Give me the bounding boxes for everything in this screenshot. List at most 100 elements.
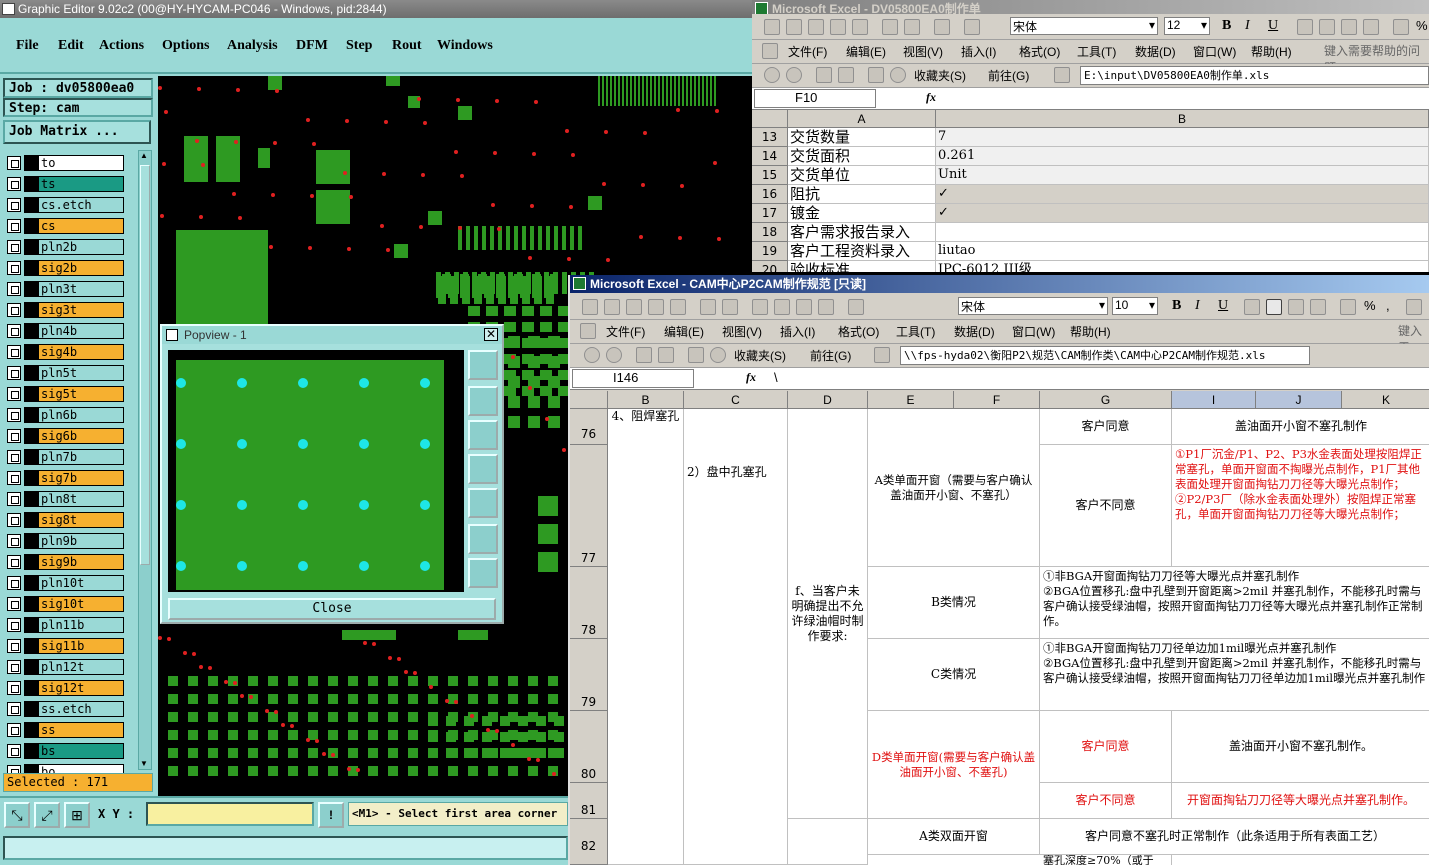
align-right-icon[interactable]: [1288, 299, 1304, 315]
cell-g82[interactable]: 客户同意不塞孔时正常制作（此条适用于所有表面工艺）: [1040, 819, 1429, 855]
layer-color-swatch[interactable]: [24, 218, 38, 234]
font-size-select[interactable]: 12 ▾: [1164, 17, 1210, 35]
layer-color-swatch[interactable]: [24, 470, 38, 486]
cell-a[interactable]: 镀金: [788, 204, 936, 223]
layer-color-swatch[interactable]: [24, 491, 38, 507]
menu-windows[interactable]: Windows: [437, 38, 493, 54]
layer-row[interactable]: bs: [4, 742, 134, 760]
layer-checkbox[interactable]: [7, 660, 21, 674]
cell-b[interactable]: [936, 223, 1429, 242]
address-field[interactable]: E:\input\DV05800EA0制作单.xls: [1080, 66, 1429, 85]
cell-ij81[interactable]: 开窗面掏钻刀刀径等大曝光点并塞孔制作。: [1172, 783, 1429, 819]
layer-name[interactable]: sig12t: [38, 680, 124, 696]
open-icon[interactable]: [604, 299, 620, 315]
menu-file[interactable]: 文件(F): [606, 323, 645, 340]
menu-insert[interactable]: 插入(I): [961, 43, 996, 60]
goto-menu[interactable]: 前往(G): [810, 347, 851, 364]
underline-icon[interactable]: U: [1218, 298, 1228, 314]
permission-icon[interactable]: [830, 19, 846, 35]
layer-color-swatch[interactable]: [24, 302, 38, 318]
layer-checkbox[interactable]: [7, 597, 21, 611]
address-field[interactable]: \\fps-hyda02\衡阳P2\规范\CAM制作类\CAM中心P2CAM制作…: [900, 346, 1310, 365]
layer-name[interactable]: sig4b: [38, 344, 124, 360]
scroll-up-arrow-icon[interactable]: ▲: [140, 151, 150, 161]
layer-checkbox[interactable]: [7, 198, 21, 212]
show-web-toolbar-icon[interactable]: [874, 347, 890, 363]
align-right-icon[interactable]: [1341, 19, 1357, 35]
cell-d-empty[interactable]: [788, 819, 868, 865]
favorites-menu[interactable]: 收藏夹(S): [914, 67, 966, 84]
layer-checkbox[interactable]: [7, 345, 21, 359]
percent-icon[interactable]: %: [1364, 298, 1376, 313]
back-icon[interactable]: [764, 67, 780, 83]
menu-analysis[interactable]: Analysis: [227, 38, 278, 54]
row-header[interactable]: 15: [752, 166, 788, 185]
column-header-b[interactable]: B: [936, 110, 1429, 128]
bold-icon[interactable]: B: [1172, 298, 1181, 314]
scroll-thumb[interactable]: [140, 165, 150, 565]
layer-row[interactable]: cs: [4, 217, 134, 235]
layer-row[interactable]: pln2b: [4, 238, 134, 256]
zoom-fit-icon[interactable]: [468, 524, 498, 554]
zoom-area-icon[interactable]: ⤡: [4, 802, 30, 828]
column-header-b[interactable]: B: [608, 391, 684, 409]
favorites-menu[interactable]: 收藏夹(S): [734, 347, 786, 364]
copy-icon[interactable]: [796, 299, 812, 315]
row-header[interactable]: 17: [752, 204, 788, 223]
cell-e80[interactable]: D类单面开窗(需要与客户确认盖油面开小窗、不塞孔): [868, 711, 1040, 819]
layer-row[interactable]: pln9b: [4, 532, 134, 550]
measure-icon[interactable]: ⤢: [34, 802, 60, 828]
cell-b[interactable]: IPC-6012 III级: [936, 261, 1429, 272]
cell-e78[interactable]: B类情况: [868, 567, 1040, 639]
layer-row[interactable]: pln10t: [4, 574, 134, 592]
menu-step[interactable]: Step: [346, 38, 372, 54]
pan-down-icon[interactable]: [468, 420, 498, 450]
layer-color-swatch[interactable]: [24, 512, 38, 528]
layer-row[interactable]: pln6b: [4, 406, 134, 424]
cell-g76[interactable]: 客户同意: [1040, 409, 1172, 445]
align-left-icon[interactable]: [1244, 299, 1260, 315]
grid-icon[interactable]: ⊞: [64, 802, 90, 828]
layer-color-swatch[interactable]: [24, 386, 38, 402]
row-header[interactable]: 18: [752, 223, 788, 242]
layer-color-swatch[interactable]: [24, 344, 38, 360]
layer-row[interactable]: sig9b: [4, 553, 134, 571]
layer-checkbox[interactable]: [7, 702, 21, 716]
row-header[interactable]: 82: [570, 819, 608, 865]
menu-edit[interactable]: 编辑(E): [664, 323, 704, 340]
layer-name[interactable]: ss.etch: [38, 701, 124, 717]
layer-checkbox[interactable]: [7, 282, 21, 296]
cell-b-category[interactable]: 4、阻焊塞孔: [608, 409, 684, 865]
layer-row[interactable]: sig11b: [4, 637, 134, 655]
column-header-j[interactable]: J: [1256, 391, 1342, 409]
cell-g80[interactable]: 客户同意: [1040, 711, 1172, 783]
cell-e82[interactable]: A类双面开窗: [868, 819, 1040, 855]
layer-checkbox[interactable]: [7, 471, 21, 485]
column-header-c[interactable]: C: [684, 391, 788, 409]
layer-color-swatch[interactable]: [24, 197, 38, 213]
layer-color-swatch[interactable]: [24, 575, 38, 591]
menu-edit[interactable]: 编辑(E): [846, 43, 886, 60]
info-icon[interactable]: !: [318, 802, 344, 828]
print-icon[interactable]: [852, 19, 868, 35]
layer-row[interactable]: ss.etch: [4, 700, 134, 718]
layer-scrollbar[interactable]: ▲ ▼: [138, 150, 152, 770]
cell-g83[interactable]: 塞孔深度≥70%（或于: [1040, 855, 1172, 865]
xy-input[interactable]: [146, 802, 314, 826]
new-icon[interactable]: [764, 19, 780, 35]
layer-name[interactable]: sig6b: [38, 428, 124, 444]
cell-a[interactable]: 交货单位: [788, 166, 936, 185]
row-header[interactable]: 16: [752, 185, 788, 204]
popview-title-bar[interactable]: Popview - 1: [162, 326, 502, 344]
row-header[interactable]: 19: [752, 242, 788, 261]
layer-color-swatch[interactable]: [24, 701, 38, 717]
layer-name[interactable]: sig5t: [38, 386, 124, 402]
cell-ij77[interactable]: ①P1厂沉金/P1、P2、P3水金表面处理按阻焊正常塞孔，单面开窗面不掏曝光点制…: [1172, 445, 1429, 567]
cell-e79[interactable]: C类情况: [868, 639, 1040, 711]
layer-color-swatch[interactable]: [24, 323, 38, 339]
name-box[interactable]: F10: [754, 89, 876, 108]
new-icon[interactable]: [582, 299, 598, 315]
layer-row[interactable]: to: [4, 154, 134, 172]
column-header-a[interactable]: A: [788, 110, 936, 128]
layer-name[interactable]: cs: [38, 218, 124, 234]
